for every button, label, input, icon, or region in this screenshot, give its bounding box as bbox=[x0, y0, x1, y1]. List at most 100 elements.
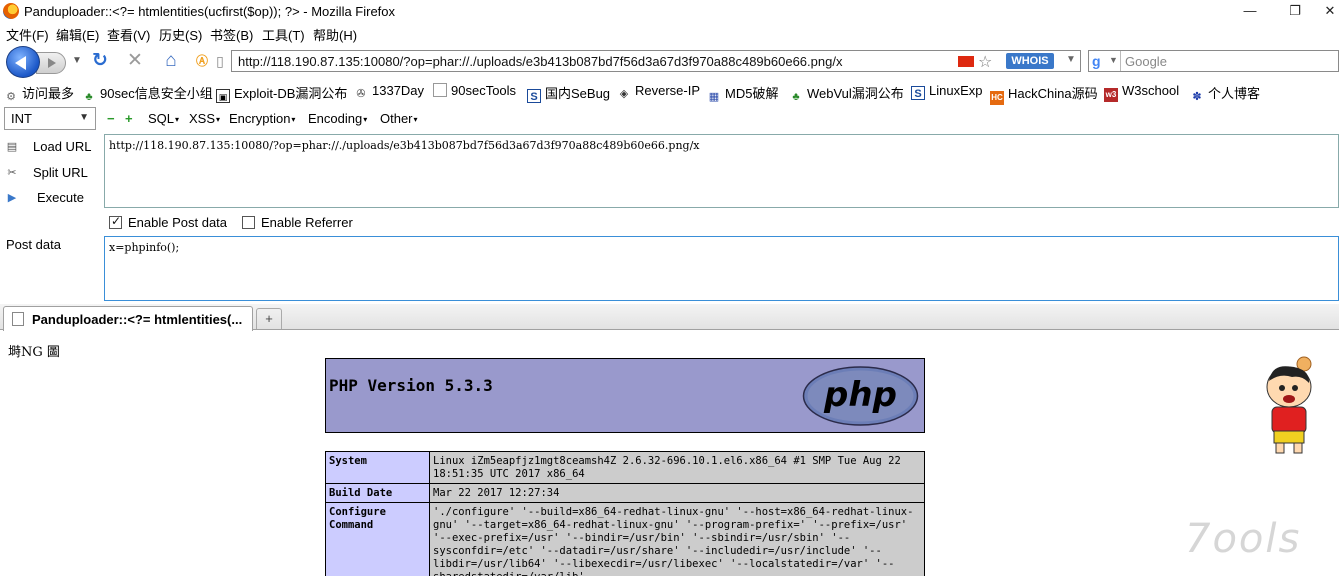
watermark-text: 7ools bbox=[1185, 516, 1302, 562]
chevron-down-icon: ▼ bbox=[79, 112, 89, 123]
encoding-menu[interactable]: Encoding▾ bbox=[308, 111, 367, 126]
page-garbled-text: 塒NG 圖 bbox=[8, 345, 60, 360]
md5-icon: ▦ bbox=[708, 91, 720, 103]
encryption-menu[interactable]: Encryption▾ bbox=[229, 111, 295, 126]
url-text[interactable]: http://118.190.87.135:10080/?op=phar://.… bbox=[238, 54, 842, 69]
menu-history[interactable]: 历史(S) bbox=[159, 25, 202, 44]
china-flag-icon bbox=[958, 56, 974, 67]
forward-button[interactable] bbox=[36, 52, 66, 74]
bookmarks-bar: ⚙ 访问最多 ♣ 90sec信息安全小组 ▣ Exploit-DB漏洞公布 ✇ 1337… bbox=[0, 80, 1339, 105]
menu-bookmarks[interactable]: 书签(B) bbox=[210, 25, 253, 44]
bookmark-90sectools[interactable]: 90secTools bbox=[433, 83, 516, 98]
url-dropdown-icon[interactable]: ▼ bbox=[1066, 54, 1076, 65]
google-icon[interactable]: g bbox=[1092, 53, 1101, 69]
search-separator bbox=[1120, 51, 1121, 71]
page-icon bbox=[12, 312, 24, 326]
checkbox-checked-icon[interactable] bbox=[109, 214, 122, 229]
minus-icon[interactable]: − bbox=[107, 112, 117, 125]
table-value: Mar 22 2017 12:27:34 bbox=[429, 483, 925, 503]
int-select-value: INT bbox=[11, 111, 32, 126]
paw-icon: ✽ bbox=[1192, 91, 1202, 103]
php-logo-text: php bbox=[823, 375, 897, 415]
new-tab-button[interactable]: + bbox=[256, 308, 282, 329]
back-button[interactable] bbox=[6, 46, 40, 78]
maximize-button[interactable]: ❐ bbox=[1283, 2, 1307, 20]
hackbar-toolbar: INT ▼ − + SQL▾ XSS▾ Encryption▾ Encoding… bbox=[0, 106, 1339, 132]
sebug-icon: S bbox=[911, 86, 925, 100]
load-icon: ▤ bbox=[6, 141, 18, 153]
exploit-db-icon: ▣ bbox=[216, 89, 230, 103]
bookmark-reverse-ip[interactable]: ◈ Reverse-IP bbox=[617, 83, 700, 101]
tab-panduploader[interactable]: Panduploader::<?= htmlentities(... bbox=[3, 306, 253, 331]
bookmark-md5[interactable]: ▦ MD5破解 bbox=[707, 83, 779, 104]
menu-file[interactable]: 文件(F) bbox=[6, 25, 49, 44]
reload-icon[interactable]: ↻ bbox=[89, 50, 111, 72]
chevron-down-icon: ▾ bbox=[216, 115, 221, 124]
post-data-textarea[interactable]: x=phpinfo(); bbox=[104, 236, 1339, 301]
bookmark-star-icon[interactable]: ☆ bbox=[978, 52, 992, 72]
navigation-toolbar: ▼ ↻ ✕ ⌂ Ⓐ ▯ http://118.190.87.135:10080/… bbox=[0, 44, 1339, 78]
bookmark-hackchina[interactable]: HC HackChina源码 bbox=[990, 83, 1098, 105]
search-box[interactable]: g ▼ Google bbox=[1088, 50, 1339, 72]
play-icon: ▶ bbox=[7, 192, 17, 204]
php-version-title: PHP Version 5.3.3 bbox=[329, 376, 493, 395]
plus-icon[interactable]: + bbox=[125, 112, 135, 125]
hackbar-url-value: http://118.190.87.135:10080/?op=phar://.… bbox=[109, 139, 700, 152]
url-bar[interactable]: http://118.190.87.135:10080/?op=phar://.… bbox=[231, 50, 1081, 72]
php-version-header: PHP Version 5.3.3 php bbox=[325, 358, 925, 433]
window-titlebar: Panduploader::<?= htmlentities(ucfirst($… bbox=[0, 0, 1339, 22]
bookmark-most-visited[interactable]: ⚙ 访问最多 bbox=[4, 83, 74, 104]
chevron-down-icon: ▾ bbox=[363, 115, 368, 124]
menu-tools[interactable]: 工具(T) bbox=[262, 25, 305, 44]
table-value: './configure' '--build=x86_64-redhat-lin… bbox=[429, 502, 925, 576]
search-placeholder[interactable]: Google bbox=[1125, 54, 1167, 69]
home-icon[interactable]: ⌂ bbox=[160, 50, 182, 72]
bookmark-exploit-db[interactable]: ▣ Exploit-DB漏洞公布 bbox=[216, 83, 347, 103]
history-dropdown-icon[interactable]: ▼ bbox=[66, 50, 88, 72]
whois-button[interactable]: WHOIS bbox=[1006, 53, 1054, 69]
table-value: Linux iZm5eapfjz1mgt8ceamsh4Z 2.6.32-696… bbox=[429, 451, 925, 484]
post-data-label: Post data bbox=[6, 237, 61, 252]
bookmark-webvul[interactable]: ♣ WebVul漏洞公布 bbox=[789, 83, 903, 104]
minimize-button[interactable]: — bbox=[1238, 2, 1262, 20]
php-info-table: System Linux iZm5eapfjz1mgt8ceamsh4Z 2.6… bbox=[325, 451, 925, 576]
window-title: Panduploader::<?= htmlentities(ucfirst($… bbox=[24, 4, 396, 19]
menu-help[interactable]: 帮助(H) bbox=[313, 25, 357, 44]
post-data-value: x=phpinfo(); bbox=[109, 241, 180, 254]
menu-edit[interactable]: 编辑(E) bbox=[56, 25, 99, 44]
php-logo-icon: php bbox=[802, 366, 919, 426]
other-menu[interactable]: Other▾ bbox=[380, 111, 418, 126]
green-figure-icon: ♣ bbox=[792, 91, 800, 103]
hackchina-icon: HC bbox=[990, 91, 1004, 105]
table-key: Configure Command bbox=[325, 502, 430, 576]
chevron-down-icon: ▾ bbox=[291, 115, 296, 124]
table-key: System bbox=[325, 451, 430, 484]
sebug-icon: S bbox=[527, 89, 541, 103]
search-engine-dropdown-icon[interactable]: ▼ bbox=[1109, 55, 1118, 65]
page-identity-icon: ▯ bbox=[216, 53, 224, 69]
bookmark-90sec[interactable]: ♣ 90sec信息安全小组 bbox=[82, 83, 212, 104]
bookmark-linuxexp[interactable]: S LinuxExp bbox=[911, 83, 982, 100]
chevron-down-icon: ▾ bbox=[175, 115, 180, 124]
close-button[interactable]: ✕ bbox=[1318, 2, 1339, 20]
hackbar-url-textarea[interactable]: http://118.190.87.135:10080/?op=phar://.… bbox=[104, 134, 1339, 208]
bookmark-w3school[interactable]: w3 W3school bbox=[1104, 83, 1179, 102]
tab-bar: Panduploader::<?= htmlentities(... + bbox=[0, 304, 1339, 331]
table-key: Build Date bbox=[325, 483, 430, 503]
bookmark-blog[interactable]: ✽ 个人博客 bbox=[1190, 83, 1260, 104]
bookmark-sebug[interactable]: S 国内SeBug bbox=[527, 83, 610, 103]
cartoon-mascot-icon bbox=[1266, 356, 1312, 454]
stop-icon[interactable]: ✕ bbox=[124, 50, 146, 72]
page-icon bbox=[433, 83, 447, 97]
chevron-down-icon: ▾ bbox=[413, 115, 418, 124]
sql-menu[interactable]: SQL▾ bbox=[148, 111, 179, 126]
menu-view[interactable]: 查看(V) bbox=[107, 25, 150, 44]
menu-bar: 文件(F) 编辑(E) 查看(V) 历史(S) 书签(B) 工具(T) 帮助(H… bbox=[0, 22, 1339, 44]
int-select[interactable]: INT ▼ bbox=[4, 107, 96, 130]
green-figure-icon: ♣ bbox=[85, 91, 93, 103]
xss-menu[interactable]: XSS▾ bbox=[189, 111, 220, 126]
bookmark-1337day[interactable]: ✇ 1337Day bbox=[354, 83, 424, 101]
checkbox-unchecked-icon[interactable] bbox=[242, 216, 255, 229]
reverse-ip-icon: ◈ bbox=[619, 88, 629, 100]
table-row: System Linux iZm5eapfjz1mgt8ceamsh4Z 2.6… bbox=[325, 451, 925, 484]
